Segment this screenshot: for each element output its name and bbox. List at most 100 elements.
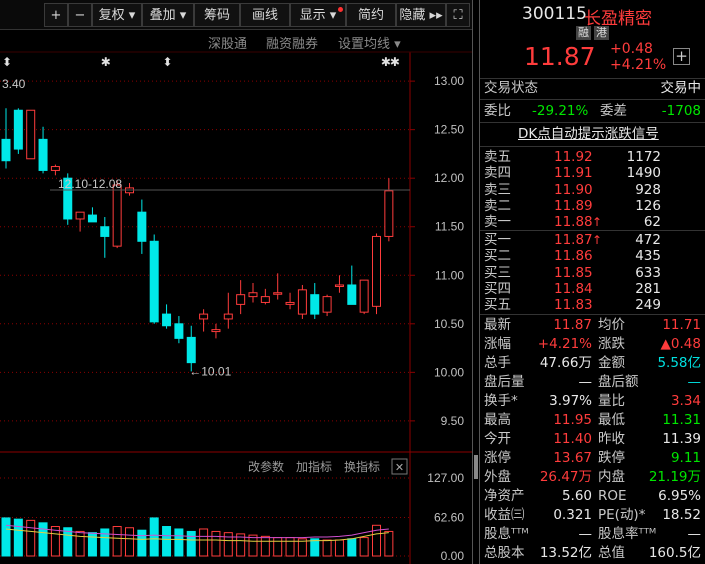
add-watchlist-icon[interactable]: + (673, 48, 690, 65)
candle-up (260, 296, 270, 303)
event-arrow-icon: ⬍ (2, 55, 12, 69)
bid-up-arrow-icon: ↑ (592, 233, 603, 247)
stat-value: 160.5亿 (648, 545, 701, 561)
candle-up (273, 292, 283, 295)
candle-up (75, 211, 85, 220)
stat-label: 涨幅 (484, 336, 511, 352)
candle-up (211, 329, 221, 333)
shengutong-link[interactable]: 深股通 (208, 33, 247, 52)
candle-up (359, 279, 369, 313)
display-dropdown[interactable]: 显示 ▾ (290, 3, 346, 27)
volume-bar (273, 537, 283, 557)
weicha-label: 委差 (600, 103, 627, 119)
notification-dot (338, 7, 343, 12)
price-tick-label: 12.50 (434, 123, 464, 137)
stat-label: 涨停 (484, 450, 511, 466)
stat-value: 13.67 (553, 450, 592, 466)
weibi-label: 委比 (484, 103, 511, 119)
zoom-out-button[interactable]: − (68, 3, 92, 27)
stat-value: ▲0.48 (660, 336, 701, 352)
stock-quote-app: 13.00 12.50 12.00 11.50 11.00 10.50 10.00 9.50 3… (0, 0, 705, 564)
stat-row: 今开 11.40 昨收 11.39 (480, 430, 705, 448)
ask-price: 11.88 (554, 214, 593, 231)
ask-row: 卖一 11.88 ↑ 62 (480, 213, 705, 231)
overlay-dropdown[interactable]: 叠加 ▾ (142, 3, 194, 27)
candle-up (372, 235, 381, 307)
stat-label: 金额 (598, 355, 625, 371)
ask-price: 11.90 (554, 181, 593, 198)
volume-bar (174, 528, 184, 557)
price-tick-label: 9.50 (441, 414, 465, 428)
stat-label: 内盘 (598, 469, 625, 485)
ask-level-label: 卖五 (484, 149, 511, 165)
ask-row: 卖四 11.91 1490 (480, 164, 705, 182)
draw-line-button[interactable]: 画线 (240, 3, 290, 27)
candle-down (87, 214, 97, 223)
stat-label: 最新 (484, 317, 511, 333)
simple-mode-button[interactable]: 简约 (346, 3, 396, 27)
price-change: +0.48 (610, 41, 653, 57)
stat-row: 总股本 13.52亿 总值 160.5亿 (480, 544, 705, 562)
stat-value: — (687, 374, 702, 390)
price-tick-label: 12.00 (434, 171, 464, 185)
stat-label: ROE (598, 488, 627, 504)
bid-volume: 472 (635, 232, 661, 248)
candle-down (174, 323, 184, 339)
stat-label: 股息ᵀᵀᴹ (484, 526, 529, 542)
splitter-grip[interactable] (474, 455, 478, 479)
range-label: 12.10-12.08 (58, 177, 122, 191)
stat-label: 盘后额 (598, 374, 639, 390)
kline-chart[interactable]: 13.00 12.50 12.00 11.50 11.00 10.50 10.00 9.50 3… (0, 0, 472, 564)
volume-bar (211, 530, 221, 557)
stat-row: 最高 11.95 最低 11.31 (480, 411, 705, 429)
stat-label: 最低 (598, 412, 625, 428)
volume-bar (137, 529, 147, 557)
stat-row: 净资产 5.60 ROE 6.95% (480, 487, 705, 505)
panel-splitter[interactable] (472, 0, 480, 564)
weicha-value: -1708 (661, 103, 701, 119)
bid-volume: 281 (635, 280, 661, 297)
candle-up (26, 109, 36, 160)
signal-link[interactable]: DK点自动提示涨跌信号 (518, 125, 659, 143)
bid-row: 买三 11.85 633 (480, 264, 705, 282)
ask-volume: 126 (635, 197, 661, 214)
price-tick-label: 11.50 (435, 220, 464, 234)
bid-level-label: 买五 (484, 297, 511, 314)
price-tick-label: 13.00 (434, 74, 464, 88)
candle-up (199, 313, 209, 320)
fuquan-dropdown[interactable]: 复权 ▾ (92, 3, 142, 27)
stat-label: 盘后量 (484, 374, 525, 390)
volume-bar (112, 526, 122, 557)
bid-price: 11.83 (554, 297, 593, 314)
volume-bar (13, 518, 23, 557)
margin-trading-link[interactable]: 融资融券 (266, 33, 318, 52)
zoom-in-button[interactable]: + (44, 3, 68, 27)
volume-bar (310, 538, 320, 557)
candle-up (223, 313, 233, 320)
last-price: 11.87 (524, 42, 596, 71)
stat-value: 0.321 (553, 507, 592, 523)
chips-button[interactable]: 筹码 (194, 3, 240, 27)
price-tick-label: 10.00 (434, 365, 464, 379)
candle-down (1, 138, 11, 162)
fullscreen-icon[interactable]: ⛶ (446, 3, 470, 27)
stat-value: +4.21% (537, 336, 592, 352)
bid-price: 11.85 (554, 264, 593, 281)
ma-settings-dropdown[interactable]: 设置均线 ▾ (338, 33, 401, 52)
stat-row: 外盘 26.47万 内盘 21.19万 (480, 468, 705, 486)
ask-up-arrow-icon: ↑ (592, 215, 603, 230)
chart-background (0, 30, 472, 564)
candle-up (334, 284, 344, 287)
bid-row: 买一 11.87 ↑ 472 (480, 231, 705, 249)
volume-bar (162, 526, 172, 557)
chart-subbar: 深股通 融资融券 设置均线 ▾ (0, 30, 410, 52)
hide-panel-button[interactable]: 隐藏 ▸▸ (396, 3, 446, 27)
ask-level-label: 卖三 (484, 181, 511, 198)
volume-bar (223, 532, 233, 557)
weibi-row: 委比 -29.21% 委差 -1708 (480, 102, 705, 120)
candle-down (13, 109, 23, 150)
stat-value: 11.40 (553, 431, 592, 447)
candle-up (248, 292, 258, 298)
bid-level-label: 买三 (484, 264, 511, 281)
stat-value: 11.95 (553, 412, 592, 428)
